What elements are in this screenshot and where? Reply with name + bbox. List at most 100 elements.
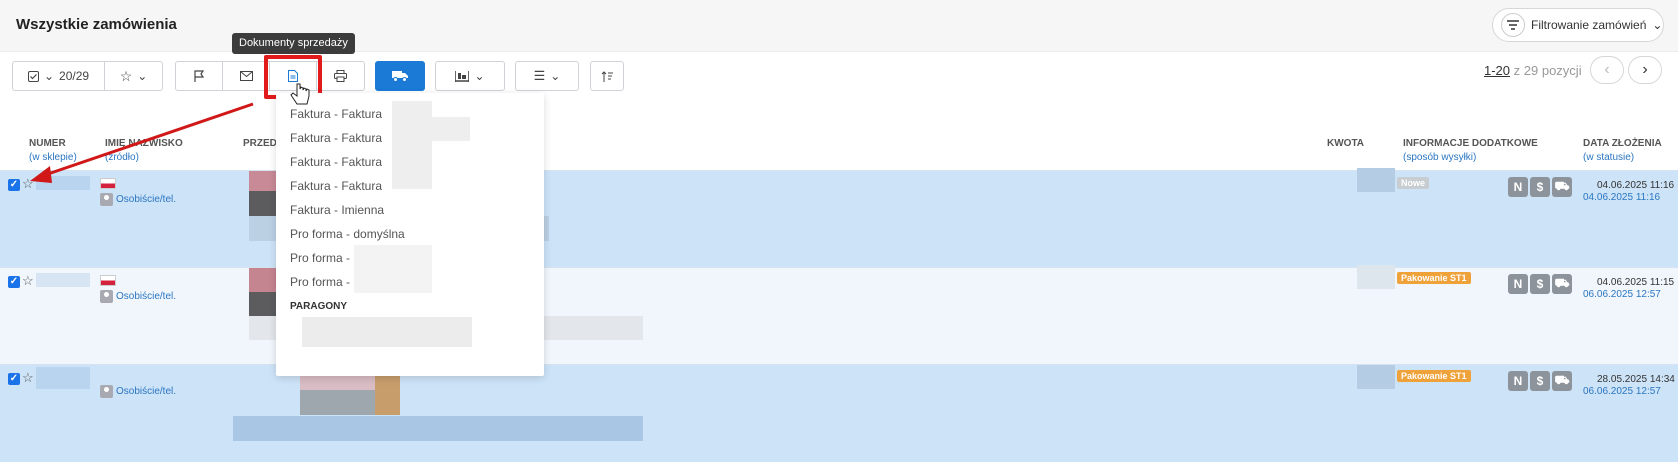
warehouse-dropdown-inner[interactable]: ⌄ xyxy=(436,62,504,90)
dollar-icon: $ xyxy=(1530,371,1550,391)
warehouse-dropdown[interactable]: ⌄ xyxy=(435,61,505,91)
tooltip: Dokumenty sprzedaży xyxy=(232,33,355,54)
star-icon: ☆ xyxy=(119,67,133,84)
n-icon: N xyxy=(1508,274,1528,294)
warehouse-icon xyxy=(455,70,470,82)
selection-toolbar: ⌄ 20/29 ☆ ⌄ xyxy=(12,61,163,91)
amount-blurred xyxy=(1357,168,1395,192)
printer-icon xyxy=(334,70,347,82)
col-number-label: NUMER xyxy=(29,138,66,149)
sort-icon xyxy=(601,70,613,82)
flag-pl-icon xyxy=(100,178,116,189)
order-source: Osobiście/tel. xyxy=(100,290,176,303)
dropdown-item[interactable]: Pro forma - xyxy=(290,275,350,289)
n-icon: N xyxy=(1508,177,1528,197)
source-label: Osobiście/tel. xyxy=(116,291,177,302)
chevron-right-icon: › xyxy=(1642,61,1648,78)
table-row[interactable]: ✓ ☆ Osobiście/tel. Pakowanie ST1 N $ ⛟ 0… xyxy=(0,265,1678,364)
order-number-blurred xyxy=(36,273,90,287)
dollar-icon: $ xyxy=(1530,274,1550,294)
status-badge: Pakowanie ST1 xyxy=(1397,370,1471,382)
flag-icon xyxy=(193,70,204,82)
order-source: Osobiście/tel. xyxy=(100,385,176,398)
col-header-number[interactable]: NUMER (w sklepie) xyxy=(29,137,77,165)
dropdown-item[interactable]: Pro forma - xyxy=(290,251,350,265)
dropdown-item[interactable]: Faktura - Faktura xyxy=(290,131,382,145)
product-info-blurred xyxy=(233,416,643,441)
flag-pl-icon xyxy=(100,275,116,286)
pagination-range[interactable]: 1-20 xyxy=(1484,63,1510,78)
filter-orders-button[interactable]: Filtrowanie zamówień ⌄ xyxy=(1492,8,1664,42)
star-icon[interactable]: ☆ xyxy=(22,370,34,386)
order-flags: N $ ⛟ xyxy=(1508,371,1572,391)
list-menu-inner[interactable]: ☰ ⌄ xyxy=(516,62,578,90)
status-badge: Pakowanie ST1 xyxy=(1397,272,1471,284)
product-thumbnail xyxy=(249,191,277,216)
date-status: 04.06.2025 11:16 xyxy=(1583,192,1661,203)
select-all-dropdown[interactable]: ⌄ 20/29 xyxy=(13,62,105,90)
amount-blurred xyxy=(1357,265,1395,289)
print-button[interactable] xyxy=(317,62,364,90)
col-name-label: IMIĘ NAZWISKO xyxy=(105,138,183,149)
mail-icon xyxy=(239,71,253,81)
truck-icon xyxy=(392,71,408,82)
product-thumbnail xyxy=(249,171,277,191)
star-icon[interactable]: ☆ xyxy=(22,273,34,289)
col-header-products[interactable]: PRZED xyxy=(243,137,277,151)
page-title: Wszystkie zamówienia xyxy=(16,16,177,33)
dropdown-item[interactable]: Faktura - Faktura xyxy=(290,155,382,169)
date-status: 06.06.2025 12:57 xyxy=(1583,386,1661,397)
dropdown-item[interactable]: Pro forma - domyślna xyxy=(290,227,405,241)
product-thumbnail xyxy=(249,268,277,292)
n-icon: N xyxy=(1508,371,1528,391)
pagination-info: 1-20 z 29 pozycji xyxy=(1484,63,1582,78)
product-thumbnail xyxy=(300,390,375,415)
order-number-blurred xyxy=(36,176,90,190)
amount-blurred xyxy=(1357,365,1395,389)
dollar-icon: $ xyxy=(1530,177,1550,197)
date-status: 06.06.2025 12:57 xyxy=(1583,289,1661,300)
order-source: Osobiście/tel. xyxy=(100,193,176,206)
sort-inner[interactable] xyxy=(591,62,623,90)
filter-label: Filtrowanie zamówień xyxy=(1531,18,1647,32)
sort-button[interactable] xyxy=(590,61,624,91)
dropdown-item[interactable]: Faktura - Faktura xyxy=(290,179,382,193)
col-header-amount[interactable]: KWOTA xyxy=(1327,137,1364,151)
list-icon: ☰ xyxy=(533,68,546,83)
person-icon xyxy=(100,385,113,398)
col-number-sub: (w sklepie) xyxy=(29,152,77,163)
blurred-text xyxy=(302,317,472,347)
row-checkbox[interactable]: ✓ xyxy=(8,179,20,191)
sales-documents-dropdown: Faktura - Faktura Faktura - Faktura Fakt… xyxy=(276,93,544,376)
shipping-button[interactable] xyxy=(375,61,425,91)
truck-icon: ⛟ xyxy=(1552,177,1572,197)
prev-page-button[interactable]: ‹ xyxy=(1590,56,1624,84)
email-button[interactable] xyxy=(223,62,270,90)
person-icon xyxy=(100,290,113,303)
star-dropdown[interactable]: ☆ ⌄ xyxy=(105,62,162,90)
list-menu-dropdown[interactable]: ☰ ⌄ xyxy=(515,61,579,91)
table-row[interactable]: ✓ ☆ Osobiście/tel. Pakowanie ST1 N $ ⛟ 2… xyxy=(0,364,1678,462)
flag-button[interactable] xyxy=(176,62,223,90)
person-icon xyxy=(100,193,113,206)
table-row[interactable]: ✓ ☆ Osobiście/tel. Nowe N $ ⛟ 04.06.2025… xyxy=(0,168,1678,267)
next-page-button[interactable]: › xyxy=(1628,56,1662,84)
source-label: Osobiście/tel. xyxy=(116,194,177,205)
col-amount-label: KWOTA xyxy=(1327,138,1365,149)
dropdown-item[interactable]: Faktura - Imienna xyxy=(290,203,384,217)
row-checkbox[interactable]: ✓ xyxy=(8,373,20,385)
dropdown-section-header: PARAGONY xyxy=(290,301,348,312)
order-flags: N $ ⛟ xyxy=(1508,274,1572,294)
dropdown-item[interactable]: Faktura - Faktura xyxy=(290,107,382,121)
row-checkbox[interactable]: ✓ xyxy=(8,276,20,288)
date-created: 04.06.2025 11:15 xyxy=(1597,277,1675,288)
checkbox-icon xyxy=(27,70,39,82)
col-header-date[interactable]: DATA ZŁOŻENIA (w statusie) xyxy=(1583,137,1662,165)
date-created: 04.06.2025 11:16 xyxy=(1597,180,1675,191)
col-header-info[interactable]: INFORMACJE DODATKOWE (sposób wysyłki) xyxy=(1403,137,1538,165)
chevron-down-icon: ⌄ xyxy=(137,69,148,83)
col-header-name[interactable]: IMIĘ NAZWISKO (źródło) xyxy=(105,137,183,165)
truck-icon: ⛟ xyxy=(1552,371,1572,391)
star-icon[interactable]: ☆ xyxy=(22,176,34,192)
source-label: Osobiście/tel. xyxy=(116,386,177,397)
